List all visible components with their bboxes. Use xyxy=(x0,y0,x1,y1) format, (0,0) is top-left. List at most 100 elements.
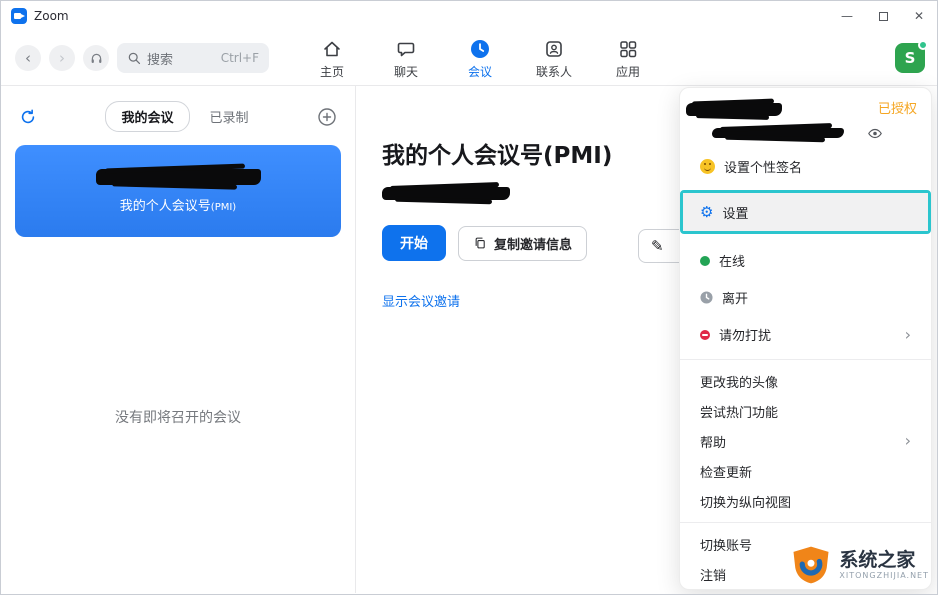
sidebar: 我的会议 已录制 我的个人会议号(PMI) 没有即将召开的会议 xyxy=(1,86,356,593)
main-nav: 主页 聊天 会议 联系人 应用 xyxy=(307,38,653,80)
avatar-letter: S xyxy=(904,49,916,67)
chevron-right-icon: › xyxy=(904,431,911,450)
avatar[interactable]: S xyxy=(895,40,928,73)
sidebar-tabs: 我的会议 已录制 xyxy=(37,101,317,132)
menu-item-portrait-view[interactable]: 切换为纵向视图 xyxy=(680,486,931,516)
nav-meetings-label: 会议 xyxy=(467,65,492,79)
topbar-left-controls: ‹ › 搜索 Ctrl+F xyxy=(15,43,269,73)
search-input[interactable]: 搜索 Ctrl+F xyxy=(117,43,269,73)
copy-invitation-label: 复制邀请信息 xyxy=(494,236,573,252)
nav-home[interactable]: 主页 xyxy=(307,38,357,80)
headset-icon xyxy=(91,53,101,63)
topbar: ‹ › 搜索 Ctrl+F 主页 聊天 会议 联系人 应用 S xyxy=(1,31,937,86)
home-icon xyxy=(324,41,340,57)
menu-divider xyxy=(680,359,931,360)
show-invitation-link[interactable]: 显示会议邀请 xyxy=(382,291,460,310)
try-features-label: 尝试热门功能 xyxy=(700,405,779,421)
pencil-icon: ✎ xyxy=(651,237,664,255)
nav-home-label: 主页 xyxy=(319,65,344,79)
contacts-icon xyxy=(546,41,562,57)
watermark-subtitle: XITONGZHIJIA.NET xyxy=(839,570,929,580)
nav-apps-label: 应用 xyxy=(615,65,640,79)
maximize-button[interactable] xyxy=(865,1,901,31)
presence-dot-icon xyxy=(918,40,928,50)
dnd-label: 请勿打扰 xyxy=(719,329,772,344)
nav-meetings[interactable]: 会议 xyxy=(455,38,505,80)
settings-label: 设置 xyxy=(722,206,749,222)
authorized-badge: 已授权 xyxy=(877,102,917,117)
xitongzhijia-logo-icon xyxy=(793,546,829,584)
change-avatar-label: 更改我的头像 xyxy=(700,375,779,391)
watermark-text: 系统之家 XITONGZHIJIA.NET xyxy=(839,550,929,580)
search-shortcut: Ctrl+F xyxy=(220,51,259,65)
eye-icon[interactable] xyxy=(867,127,883,140)
titlebar: Zoom — ✕ xyxy=(1,1,937,31)
meetings-icon xyxy=(471,40,489,58)
help-label: 帮助 xyxy=(700,435,727,451)
chevron-right-icon: › xyxy=(904,324,911,344)
tab-recorded[interactable]: 已录制 xyxy=(210,107,249,126)
nav-contacts-label: 联系人 xyxy=(535,65,572,79)
add-meeting-button[interactable] xyxy=(317,107,337,127)
search-placeholder: 搜索 xyxy=(147,52,174,68)
menu-item-change-avatar[interactable]: 更改我的头像 xyxy=(680,366,931,396)
menu-divider xyxy=(680,522,931,523)
copy-invitation-button[interactable]: 复制邀请信息 xyxy=(458,225,588,261)
pmi-card-label: 我的个人会议号(PMI) xyxy=(119,198,237,214)
close-button[interactable]: ✕ xyxy=(901,1,937,31)
start-button[interactable]: 开始 xyxy=(382,225,446,261)
online-label: 在线 xyxy=(719,255,746,270)
menu-item-signature[interactable]: 设置个性签名 xyxy=(680,150,931,182)
menu-item-try-features[interactable]: 尝试热门功能 xyxy=(680,396,931,426)
refresh-icon xyxy=(21,109,35,123)
forward-button[interactable]: › xyxy=(49,45,75,71)
redacted-meeting-id xyxy=(382,187,510,200)
check-updates-label: 检查更新 xyxy=(700,465,753,481)
tab-my-meetings[interactable]: 我的会议 xyxy=(105,101,190,132)
chat-icon xyxy=(397,42,415,57)
away-label: 离开 xyxy=(722,292,749,307)
minimize-button[interactable]: — xyxy=(829,1,865,31)
online-dot-icon xyxy=(700,255,710,266)
refresh-button[interactable] xyxy=(19,108,37,126)
nav-chat[interactable]: 聊天 xyxy=(381,38,431,80)
menu-item-status-dnd[interactable]: 请勿打扰 › xyxy=(680,316,931,353)
nav-chat-label: 聊天 xyxy=(393,65,418,79)
settings-highlight-box: ⚙ 设置 xyxy=(680,190,931,234)
signature-label: 设置个性签名 xyxy=(724,160,803,176)
nav-apps[interactable]: 应用 xyxy=(603,38,653,80)
redacted-user-email xyxy=(712,128,844,138)
menu-item-settings[interactable]: ⚙ 设置 xyxy=(683,193,928,231)
maximize-icon xyxy=(878,11,888,21)
menu-item-help[interactable]: 帮助 › xyxy=(680,426,931,456)
nav-contacts[interactable]: 联系人 xyxy=(529,38,579,80)
headset-button[interactable] xyxy=(83,45,109,71)
apps-icon xyxy=(620,41,637,58)
search-icon xyxy=(128,52,141,65)
user-menu: 已授权 设置个性签名 ⚙ 设置 在线 离开 请勿打扰 › 更改我的头像 尝试热门… xyxy=(679,87,932,590)
redacted-user-name xyxy=(686,102,782,116)
sign-out-label: 注销 xyxy=(700,568,727,584)
window-title: Zoom xyxy=(34,9,69,23)
no-upcoming-meetings-text: 没有即将召开的会议 xyxy=(115,410,241,426)
switch-account-label: 切换账号 xyxy=(700,538,753,554)
menu-item-status-away[interactable]: 离开 xyxy=(680,279,931,316)
pmi-meeting-card[interactable]: 我的个人会议号(PMI) xyxy=(15,145,341,237)
portrait-view-label: 切换为纵向视图 xyxy=(700,495,792,511)
smiley-icon xyxy=(700,158,715,174)
zoom-window: Zoom — ✕ ‹ › 搜索 Ctrl+F 主页 聊天 会议 联系人 应用 S… xyxy=(0,0,938,595)
zoom-logo-icon xyxy=(11,8,27,24)
gear-icon: ⚙ xyxy=(700,202,714,221)
copy-icon xyxy=(475,237,485,249)
back-button[interactable]: ‹ xyxy=(15,45,41,71)
watermark: 系统之家 XITONGZHIJIA.NET xyxy=(790,544,929,586)
dnd-dot-icon xyxy=(700,329,710,340)
window-controls: — ✕ xyxy=(829,1,937,31)
sidebar-header: 我的会议 已录制 xyxy=(1,86,355,141)
menu-item-check-updates[interactable]: 检查更新 xyxy=(680,456,931,486)
away-clock-icon xyxy=(700,291,713,304)
menu-item-status-online[interactable]: 在线 xyxy=(680,242,931,279)
watermark-title: 系统之家 xyxy=(839,549,916,572)
plus-icon xyxy=(318,107,336,126)
redacted-meeting-name xyxy=(95,168,261,185)
